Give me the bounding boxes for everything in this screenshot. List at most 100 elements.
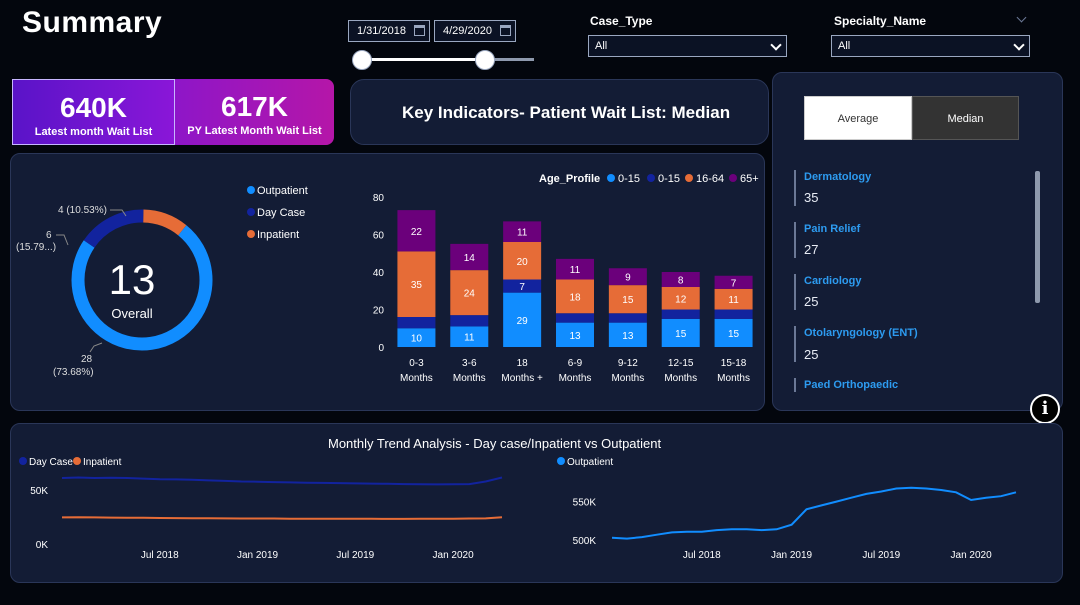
specialty-name[interactable]: Paed Orthopaedic <box>804 379 898 391</box>
date-slider-range <box>362 58 486 61</box>
expand-icon[interactable] <box>1016 12 1027 23</box>
outpatient-line-chart: Outpatient 500K 550K Jul 2018 Jan 2019 Jul 2… <box>557 457 1017 561</box>
x-tick-label: Months <box>453 373 486 384</box>
bar-segment[interactable] <box>608 313 647 323</box>
specialty-accent-bar <box>794 222 796 258</box>
specialty-value: 27 <box>804 242 819 257</box>
x-tick-label: Months + <box>501 373 543 384</box>
line-legend-label: Outpatient <box>567 457 613 468</box>
slice-label-daycase: 6 <box>46 230 52 241</box>
bar-data-label: 11 <box>517 228 528 239</box>
x-tick-label: Jul 2019 <box>862 550 900 561</box>
bar-data-label: 24 <box>464 289 476 300</box>
bar-legend-label: 0-15 <box>618 173 640 185</box>
bar-data-label: 18 <box>569 292 581 303</box>
bar-data-label: 11 <box>464 333 475 344</box>
specialty-accent-bar <box>794 274 796 310</box>
bar-segment[interactable] <box>714 309 753 319</box>
bar-segment[interactable] <box>397 317 436 329</box>
x-tick-label: Months <box>611 373 644 384</box>
specialty-name[interactable]: Otolaryngology (ENT) <box>804 327 918 339</box>
bar-data-label: 13 <box>622 331 634 342</box>
slider-end-handle[interactable] <box>475 50 495 70</box>
specialty-panel: Average Median Dermatology 35 Pain Relie… <box>772 72 1063 411</box>
donut-slice-inpatient[interactable] <box>142 209 187 236</box>
calendar-icon[interactable] <box>500 25 511 36</box>
bar-data-label: 14 <box>464 253 476 264</box>
start-date-input[interactable]: 1/31/2018 <box>348 20 430 42</box>
bar-legend-dot <box>729 174 737 182</box>
slice-label-daycase-pct: (15.79...) <box>16 242 56 253</box>
x-tick-label: 15-18 <box>721 358 747 369</box>
x-tick-label: Jan 2020 <box>951 550 993 561</box>
case-type-value: All <box>595 40 608 52</box>
bar-segment[interactable] <box>661 309 700 319</box>
line-legend-dot <box>73 457 81 465</box>
bar-data-label: 15 <box>622 295 634 306</box>
series-line-day-case[interactable] <box>61 476 503 486</box>
calendar-icon[interactable] <box>414 25 425 36</box>
y-tick-label: 0 <box>378 343 384 354</box>
bar-data-label: 15 <box>675 329 687 340</box>
specialty-dropdown[interactable]: All <box>831 35 1030 57</box>
specialty-accent-bar <box>794 378 796 392</box>
legend-dot-inpatient <box>247 230 255 238</box>
bar-segment[interactable] <box>556 313 594 323</box>
bar-data-label: 9 <box>625 273 631 284</box>
legend-dot-outpatient <box>247 186 255 194</box>
case-type-label: Case_Type <box>590 14 653 28</box>
y-tick-label: 80 <box>373 193 385 204</box>
kpi-card-py-latest-month: 617K PY Latest Month Wait List <box>175 79 334 145</box>
median-toggle-button[interactable]: Median <box>912 96 1019 140</box>
bar-data-label: 20 <box>517 257 529 268</box>
chevron-down-icon[interactable] <box>770 39 782 51</box>
donut-center-value: 13 <box>109 256 156 303</box>
x-tick-label: 6-9 <box>568 358 583 369</box>
leader-line <box>56 234 69 246</box>
x-tick-label: Jul 2018 <box>141 550 179 561</box>
line-legend-dot <box>19 457 27 465</box>
line-legend-label: Inpatient <box>83 457 122 468</box>
series-line-inpatient[interactable] <box>61 516 503 520</box>
bar-data-label: 11 <box>570 265 581 276</box>
specialty-label: Specialty_Name <box>834 14 927 28</box>
x-tick-label: Jul 2019 <box>336 550 374 561</box>
line-legend-label: Day Case <box>29 457 73 468</box>
bar-data-label: 7 <box>731 278 737 289</box>
line-legend-dot <box>557 457 565 465</box>
chevron-down-icon[interactable] <box>1013 39 1025 51</box>
x-tick-label: Jul 2018 <box>683 550 721 561</box>
specialty-name[interactable]: Dermatology <box>804 171 871 183</box>
bar-data-label: 7 <box>519 282 525 293</box>
case-type-dropdown[interactable]: All <box>588 35 787 57</box>
y-tick-label: 60 <box>373 231 385 242</box>
specialty-value: 25 <box>804 347 819 362</box>
donut-slice-day-case[interactable] <box>83 209 144 248</box>
kpi-value: 640K <box>60 92 127 123</box>
y-tick-label: 50K <box>30 486 48 497</box>
end-date-input[interactable]: 4/29/2020 <box>434 20 516 42</box>
kpi-label: PY Latest Month Wait List <box>187 125 322 137</box>
bar-data-label: 8 <box>678 276 684 287</box>
line-marks: 500K 550K Jul 2018 Jan 2019 Jul 2019 Jan 2020 <box>573 486 1017 561</box>
end-date-value: 4/29/2020 <box>443 25 492 37</box>
legend-outpatient: Outpatient <box>257 185 308 197</box>
average-toggle-button[interactable]: Average <box>804 96 912 140</box>
specialty-name[interactable]: Pain Relief <box>804 223 860 235</box>
specialty-scrollbar[interactable] <box>1035 171 1040 303</box>
donut-chart: 13 Overall 4 (10.53%) 6 (15.79...) 28 (7… <box>16 185 308 378</box>
slider-start-handle[interactable] <box>352 50 372 70</box>
info-icon[interactable]: i <box>1030 394 1060 424</box>
x-tick-label: Months <box>664 373 697 384</box>
x-tick-label: Jan 2019 <box>237 550 279 561</box>
slice-label-inpatient: 4 (10.53%) <box>58 205 107 216</box>
specialty-value: All <box>838 40 851 52</box>
series-line-outpatient[interactable] <box>611 486 1017 540</box>
legend-dot-daycase <box>247 208 255 216</box>
specialty-name[interactable]: Cardiology <box>804 275 861 287</box>
x-tick-label: Jan 2019 <box>771 550 813 561</box>
bar-segment[interactable] <box>450 315 489 327</box>
kpi-card-latest-month: 640K Latest month Wait List <box>12 79 175 145</box>
x-tick-label: 18 <box>517 358 529 369</box>
x-tick-label: Months <box>559 373 592 384</box>
